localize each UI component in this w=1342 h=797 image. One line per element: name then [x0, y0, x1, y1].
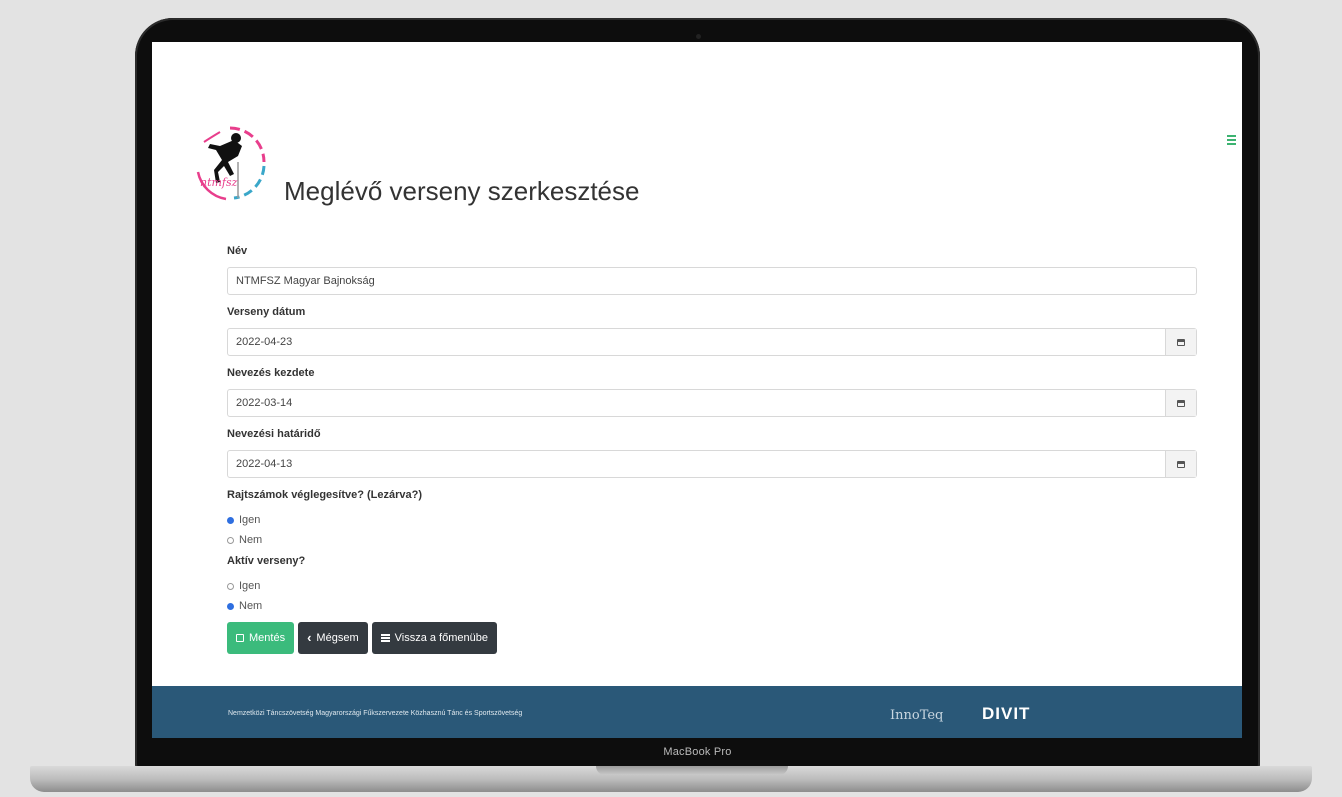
page-title: Meglévő verseny szerkesztése — [284, 176, 640, 206]
calendar-icon — [1177, 338, 1185, 346]
name-label: Név — [227, 245, 248, 257]
save-icon — [236, 634, 244, 642]
divit-logo[interactable]: DIVIT — [982, 704, 1030, 724]
entry-start-input[interactable]: 2022-03-14 — [227, 389, 1197, 417]
edit-competition-form: Név NTMFSZ Magyar Bajnokság Verseny dátu… — [227, 244, 1197, 654]
cancel-button[interactable]: ‹ Mégsem — [298, 622, 368, 654]
footer: Nemzetközi Táncszövetség Magyarországi F… — [152, 686, 1242, 738]
save-button[interactable]: Mentés — [227, 622, 295, 654]
radio-unchecked-icon[interactable] — [227, 536, 234, 544]
bib-locked-no-label: Nem — [239, 534, 263, 546]
chevron-left-icon: ‹ — [307, 630, 312, 645]
ntmfsz-logo: ntmfsz — [190, 122, 270, 206]
bib-locked-option-no[interactable]: Nem — [227, 530, 1197, 550]
form-actions: Mentés ‹ Mégsem Vissza a főmenübe — [227, 622, 1197, 654]
date-input[interactable]: 2022-04-23 — [227, 328, 1197, 356]
cancel-label: Mégsem — [316, 632, 359, 644]
entry-start-value: 2022-03-14 — [236, 397, 293, 409]
entry-deadline-input[interactable]: 2022-04-13 — [227, 450, 1197, 478]
device-model-label: MacBook Pro — [663, 746, 732, 758]
radio-unchecked-icon[interactable] — [227, 582, 234, 590]
date-picker-button[interactable] — [1165, 329, 1196, 355]
camera — [695, 34, 701, 39]
entry-start-label: Nevezés kezdete — [227, 367, 315, 379]
innoteq-logo[interactable]: InnoTeq — [890, 708, 943, 723]
laptop-lid: ntmfsz Meglévő verseny szerkesztése Név … — [135, 18, 1260, 770]
calendar-icon — [1177, 399, 1185, 407]
back-to-main-menu-button[interactable]: Vissza a főmenübe — [371, 622, 497, 654]
save-label: Mentés — [249, 632, 286, 644]
screen: ntmfsz Meglévő verseny szerkesztése Név … — [152, 42, 1242, 738]
entry-deadline-picker-button[interactable] — [1165, 451, 1196, 477]
footer-text: Nemzetközi Táncszövetség Magyarországi F… — [228, 710, 523, 717]
active-no-label: Nem — [239, 600, 263, 612]
bib-locked-yes-label: Igen — [239, 514, 261, 526]
date-label: Verseny dátum — [227, 306, 306, 318]
bib-locked-option-yes[interactable]: Igen — [227, 510, 1197, 530]
active-option-no[interactable]: Nem — [227, 596, 1197, 616]
entry-deadline-value: 2022-04-13 — [236, 458, 293, 470]
active-label: Aktív verseny? — [227, 555, 306, 567]
date-value: 2022-04-23 — [236, 336, 293, 348]
active-option-yes[interactable]: Igen — [227, 576, 1197, 596]
radio-checked-icon[interactable] — [227, 516, 234, 524]
name-input[interactable]: NTMFSZ Magyar Bajnokság — [227, 267, 1197, 295]
svg-text:ntmfsz: ntmfsz — [200, 176, 238, 189]
bib-locked-label: Rajtszámok véglegesítve? (Lezárva?) — [227, 489, 423, 501]
entry-deadline-label: Nevezési határidő — [227, 428, 321, 440]
entry-start-picker-button[interactable] — [1165, 390, 1196, 416]
list-icon — [380, 633, 390, 644]
menu-icon[interactable] — [1227, 135, 1236, 147]
calendar-icon — [1177, 460, 1185, 468]
back-label: Vissza a főmenübe — [394, 632, 488, 644]
name-value: NTMFSZ Magyar Bajnokság — [236, 275, 375, 287]
laptop-base-notch — [596, 766, 788, 775]
radio-checked-icon[interactable] — [227, 602, 234, 610]
active-yes-label: Igen — [239, 580, 261, 592]
